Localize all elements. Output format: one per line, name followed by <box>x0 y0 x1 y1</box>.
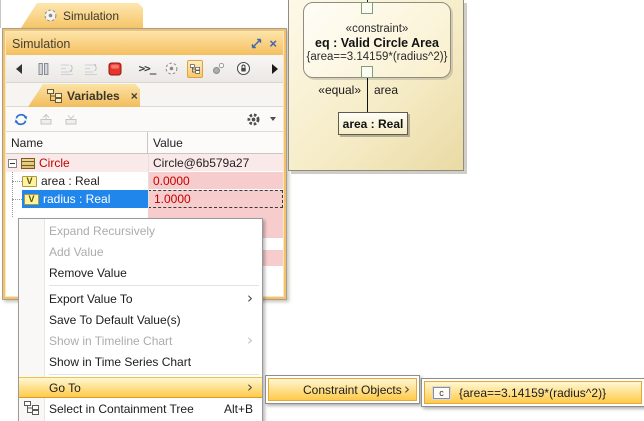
panel-title: Simulation <box>12 37 70 51</box>
connector-end-label: area <box>374 83 398 97</box>
screenshot-root: Simulation Simulation × <box>0 0 644 421</box>
document-tab-simulation[interactable]: Simulation <box>21 3 143 28</box>
load-default-icon[interactable] <box>63 110 79 128</box>
menu-separator <box>49 374 259 375</box>
submenu-arrow-icon: › <box>247 380 253 395</box>
submenu-arrow-icon: › <box>404 382 410 397</box>
menu-separator <box>49 285 259 286</box>
table-row-circle[interactable]: Circle Circle@6b579a27 <box>6 154 283 172</box>
block-stereotype: «constraint» <box>346 23 409 35</box>
simulation-toolbar: >>_ <box>6 55 283 83</box>
tab-variables[interactable]: Variables × <box>28 84 140 107</box>
selected-row-highlight[interactable]: V radius : Real <box>22 190 148 208</box>
part-property-box[interactable]: area : Real <box>338 112 408 135</box>
row-value: 0.0000 <box>153 174 190 188</box>
containment-tree-icon <box>24 401 39 415</box>
variables-pane-icon[interactable] <box>187 60 203 78</box>
save-to-default-icon[interactable] <box>38 110 54 128</box>
options-gear-icon[interactable] <box>245 110 261 128</box>
column-header-name[interactable]: Name <box>6 132 148 153</box>
block-expression: {area==3.14159*(radius^2)} <box>307 51 448 63</box>
column-header-value[interactable]: Value <box>148 132 283 153</box>
console-icon[interactable]: >>_ <box>139 60 155 78</box>
menu-item-expand-recursively[interactable]: Expand Recursively <box>19 220 262 241</box>
submenu-item-constraint-objects[interactable]: Constraint Objects › <box>268 378 417 401</box>
menu-item-show-in-time-series-chart[interactable]: Show in Time Series Chart <box>19 351 262 372</box>
menu-shortcut: Alt+B <box>224 402 253 416</box>
value-icon: V <box>22 176 37 187</box>
constraint-objects-submenu: c {area==3.14159*(radius^2)} <box>421 378 644 407</box>
close-panel-icon[interactable]: × <box>269 37 277 50</box>
lock-icon[interactable] <box>235 60 251 78</box>
submenu-arrow-icon: › <box>247 291 253 306</box>
context-menu: Expand Recursively Add Value Remove Valu… <box>18 218 263 421</box>
tree-elbow <box>12 199 22 200</box>
table-row-area[interactable]: V area : Real 0.0000 <box>6 172 283 190</box>
variables-toolbar <box>6 107 283 132</box>
constraint-object-icon: c <box>433 387 450 399</box>
close-tab-icon[interactable]: × <box>131 90 138 102</box>
collapse-left-icon[interactable] <box>11 60 27 78</box>
tree-elbow <box>12 181 22 182</box>
row-value: Circle@6b579a27 <box>153 156 249 170</box>
panel-title-bar: Simulation × <box>6 32 283 55</box>
variables-tree-icon <box>47 89 62 103</box>
simulation-icon <box>43 8 58 23</box>
constraint-block[interactable]: «constraint» eq : Valid Circle Area {are… <box>303 2 451 78</box>
gear-dropdown-caret[interactable] <box>270 117 276 121</box>
step-over-icon[interactable] <box>83 60 99 78</box>
connector-stereotype-label: «equal» <box>315 83 361 97</box>
step-into-icon[interactable] <box>59 60 75 78</box>
menu-item-select-in-containment-tree[interactable]: Select in Containment Tree Alt+B <box>19 398 262 419</box>
class-icon <box>21 158 35 169</box>
simulation-options-icon[interactable] <box>163 60 179 78</box>
table-header: Name Value <box>6 132 283 154</box>
document-tab-bar: Simulation <box>0 0 288 28</box>
constraint-parameter-port[interactable] <box>361 2 373 14</box>
goto-submenu: Constraint Objects › <box>265 375 420 404</box>
refresh-icon[interactable] <box>13 110 29 128</box>
submenu-arrow-icon: › <box>247 333 253 348</box>
row-name: Circle <box>39 156 70 170</box>
constraint-parameter-port[interactable] <box>361 66 373 78</box>
breakpoints-icon[interactable] <box>211 60 227 78</box>
panel-tab-row: Variables × <box>6 83 283 107</box>
binding-connector[interactable] <box>367 78 368 113</box>
menu-item-remove-value[interactable]: Remove Value <box>19 262 262 283</box>
pause-icon[interactable] <box>35 60 51 78</box>
float-window-icon[interactable] <box>251 38 262 49</box>
row-name: area : Real <box>41 174 100 188</box>
collapse-expander-icon[interactable] <box>8 159 17 168</box>
document-tab-label: Simulation <box>63 9 119 23</box>
value-icon: V <box>24 194 39 205</box>
diagram-canvas[interactable]: «constraint» eq : Valid Circle Area {are… <box>288 0 464 171</box>
tab-variables-label: Variables <box>67 89 120 103</box>
overflow-right-icon[interactable] <box>267 60 283 78</box>
row-value: 1.0000 <box>154 192 191 206</box>
block-name: eq : Valid Circle Area <box>315 36 439 50</box>
table-row-radius[interactable]: V radius : Real 1.0000 <box>6 190 283 208</box>
menu-item-go-to[interactable]: Go To › <box>19 377 262 398</box>
menu-item-add-value[interactable]: Add Value <box>19 241 262 262</box>
submenu-item-constraint-expression[interactable]: c {area==3.14159*(radius^2)} <box>424 381 642 404</box>
tree-connector-line <box>12 172 13 217</box>
menu-item-export-value-to[interactable]: Export Value To › <box>19 288 262 309</box>
stop-icon[interactable] <box>107 60 123 78</box>
menu-item-save-to-default-values[interactable]: Save To Default Value(s) <box>19 309 262 330</box>
row-name: radius : Real <box>43 192 110 206</box>
menu-item-show-in-timeline-chart[interactable]: Show in Timeline Chart › <box>19 330 262 351</box>
